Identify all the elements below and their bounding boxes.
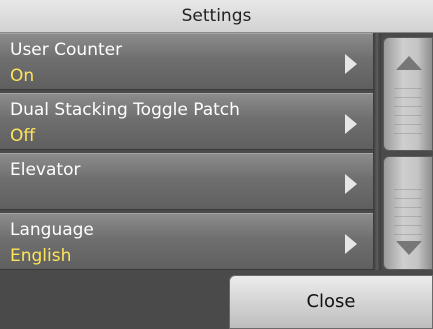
list-item-language[interactable]: Language English xyxy=(0,213,373,270)
scroll-up-button[interactable] xyxy=(383,37,433,151)
scroll-grip xyxy=(394,88,422,142)
chevron-right-icon xyxy=(345,234,357,254)
chevron-right-icon xyxy=(345,114,357,134)
scroll-divider xyxy=(373,33,381,270)
close-button[interactable]: Close xyxy=(229,275,433,329)
chevron-right-icon xyxy=(345,54,357,74)
page-title: Settings xyxy=(0,0,433,33)
chevron-right-icon xyxy=(345,174,357,194)
scroll-grip xyxy=(394,189,422,243)
item-label: Dual Stacking Toggle Patch xyxy=(10,100,240,120)
item-value: Off xyxy=(10,126,36,146)
list-item-elevator[interactable]: Elevator xyxy=(0,153,373,210)
list-item-dual-stacking[interactable]: Dual Stacking Toggle Patch Off xyxy=(0,93,373,150)
item-value: English xyxy=(10,246,72,266)
item-label: User Counter xyxy=(10,40,123,60)
item-value: On xyxy=(10,66,35,86)
list-item-user-counter[interactable]: User Counter On xyxy=(0,33,373,90)
item-label: Language xyxy=(10,220,94,240)
settings-list: User Counter On Dual Stacking Toggle Pat… xyxy=(0,33,373,273)
item-label: Elevator xyxy=(10,160,81,180)
scroll-down-button[interactable] xyxy=(383,156,433,270)
scroll-down-icon xyxy=(396,241,422,255)
scroll-up-icon xyxy=(396,56,422,70)
